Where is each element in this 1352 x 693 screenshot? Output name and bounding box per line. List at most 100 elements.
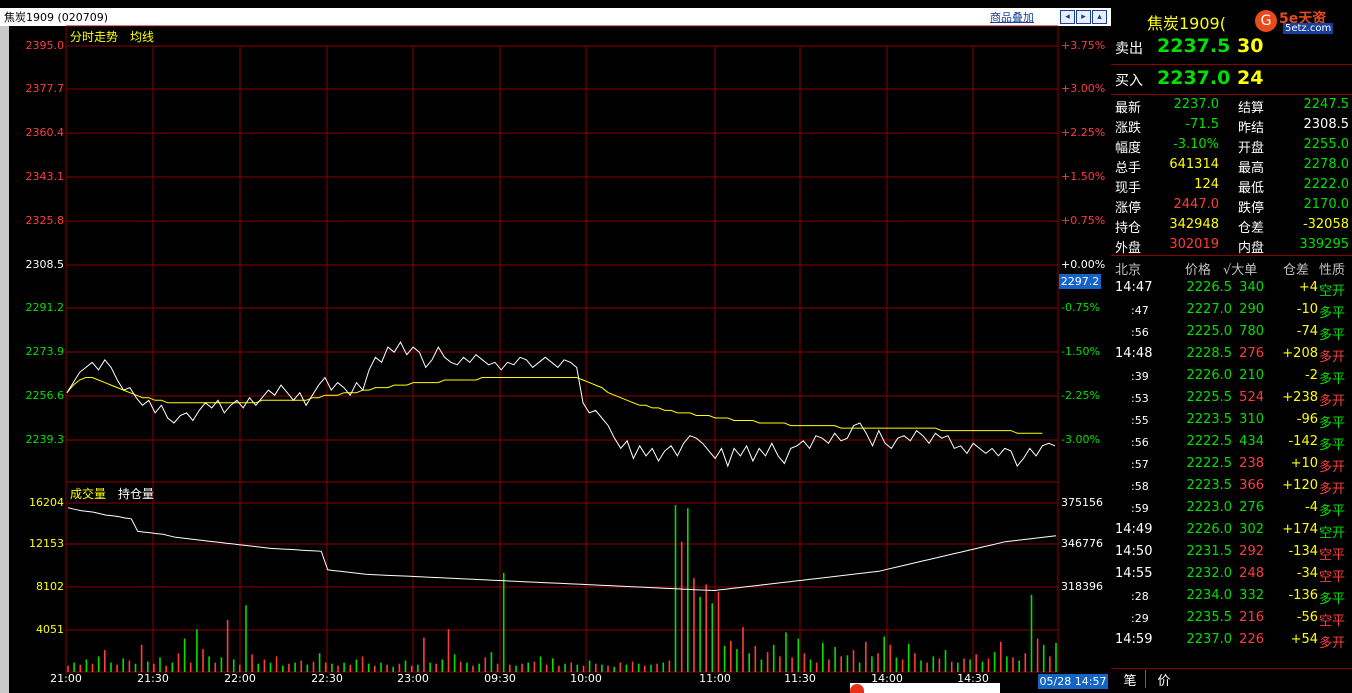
- logo-icon: G: [1255, 10, 1277, 32]
- trade-time: :47: [1131, 304, 1149, 317]
- trade-volume: 248: [1239, 566, 1264, 581]
- tab-price[interactable]: 价: [1149, 670, 1179, 689]
- trade-diff: +10: [1290, 456, 1318, 471]
- trade-diff: -2: [1305, 368, 1318, 383]
- pct-axis-label: -0.75%: [1061, 301, 1100, 314]
- trade-volume: 524: [1239, 390, 1264, 405]
- trade-nature: 空平: [1319, 614, 1346, 629]
- stat-label: 总手: [1115, 161, 1142, 176]
- trade-time: :55: [1131, 414, 1149, 427]
- trade-diff: -142: [1288, 434, 1318, 449]
- pct-axis-label: +3.00%: [1061, 82, 1106, 95]
- trade-nature: 多开: [1319, 394, 1346, 409]
- trade-price: 2226.0: [1186, 368, 1233, 383]
- bid-label: 买入: [1115, 73, 1143, 89]
- stat-label: 内盘: [1238, 241, 1265, 256]
- trade-nature: 空开: [1319, 284, 1346, 299]
- pct-axis-label: -2.25%: [1061, 389, 1100, 402]
- trade-time: :28: [1131, 590, 1149, 603]
- trade-nature: 多平: [1319, 328, 1346, 343]
- trade-volume: 290: [1239, 302, 1264, 317]
- stat-value: -71.5: [1185, 117, 1219, 132]
- time-axis-label: 23:00: [397, 672, 429, 685]
- trade-volume: 238: [1239, 456, 1264, 471]
- hold-axis-label: 346776: [1061, 537, 1103, 550]
- time-axis-label: 09:30: [484, 672, 516, 685]
- stat-label: 最新: [1115, 101, 1142, 116]
- stat-label: 幅度: [1115, 141, 1142, 156]
- trade-time: :29: [1131, 612, 1149, 625]
- price-axis-label: 2273.9: [25, 345, 65, 358]
- trade-row: :57 2222.5 238 +10 多开: [1111, 456, 1352, 478]
- trade-diff: +54: [1290, 632, 1318, 647]
- trade-volume: 276: [1239, 346, 1264, 361]
- trade-row: :56 2222.5 434 -142 多平: [1111, 434, 1352, 456]
- trade-row: :39 2226.0 210 -2 多平: [1111, 368, 1352, 390]
- trade-diff: -136: [1288, 588, 1318, 603]
- trade-time: :53: [1131, 392, 1149, 405]
- stat-value: 2255.0: [1303, 137, 1350, 152]
- price-line: [66, 341, 1056, 468]
- time-axis-label: 10:00: [570, 672, 602, 685]
- trade-diff: -56: [1296, 610, 1318, 625]
- trade-price: 2227.0: [1186, 302, 1233, 317]
- quote-title: 焦炭1909( G 5e天资 5etz.com: [1111, 8, 1352, 34]
- pct-axis-label: -1.50%: [1061, 345, 1100, 358]
- stat-label: 昨结: [1238, 121, 1265, 136]
- app-icon[interactable]: [850, 684, 864, 693]
- trade-time: :57: [1131, 458, 1149, 471]
- trade-nature: 多开: [1319, 460, 1346, 475]
- trade-row: :28 2234.0 332 -136 多平: [1111, 588, 1352, 610]
- trade-nature: 多平: [1319, 372, 1346, 387]
- stat-label: 持仓: [1115, 221, 1142, 236]
- trade-volume: 302: [1239, 522, 1264, 537]
- stat-value: 641314: [1169, 157, 1219, 172]
- trade-time: :56: [1131, 436, 1149, 449]
- trade-nature: 多开: [1319, 636, 1346, 651]
- chart-label-avg: 均线: [130, 30, 155, 44]
- taskbar-strip: [850, 683, 1000, 693]
- trade-nature: 多平: [1319, 504, 1346, 519]
- volume-axis-label: 16204: [29, 496, 64, 509]
- stat-row: 现手 124 最低 2222.0: [1115, 177, 1349, 197]
- pct-axis-label: +0.75%: [1061, 214, 1106, 227]
- trade-nature: 多平: [1319, 592, 1346, 607]
- time-axis-label: 22:00: [224, 672, 256, 685]
- trade-time: 14:59: [1115, 632, 1153, 647]
- bid-volume: 24: [1237, 67, 1264, 89]
- trade-diff: -10: [1296, 302, 1318, 317]
- trade-time: :39: [1131, 370, 1149, 383]
- current-price-tag: 2297.2: [1059, 274, 1101, 289]
- trade-row: :53 2225.5 524 +238 多开: [1111, 390, 1352, 412]
- stat-label: 仓差: [1238, 221, 1265, 236]
- trade-price: 2235.5: [1186, 610, 1233, 625]
- trade-volume: 310: [1239, 412, 1264, 427]
- time-axis-label: 21:30: [137, 672, 169, 685]
- stat-row: 涨停 2447.0 跌停 2170.0: [1115, 197, 1349, 217]
- trade-diff: -134: [1288, 544, 1318, 559]
- volume-axis-label: 4051: [36, 623, 64, 636]
- stat-value: 2247.5: [1303, 97, 1350, 112]
- trade-row: :47 2227.0 290 -10 多平: [1111, 302, 1352, 324]
- stat-value: 2237.0: [1173, 97, 1220, 112]
- trade-nature: 空平: [1319, 570, 1346, 585]
- trade-row: 14:55 2232.0 248 -34 空平: [1111, 566, 1352, 588]
- stat-label: 外盘: [1115, 241, 1142, 256]
- stat-value: -3.10%: [1173, 137, 1219, 152]
- hold-label: 持仓量: [118, 487, 155, 501]
- volume-axis-label: 12153: [29, 537, 64, 550]
- chart-label-trend: 分时走势: [70, 30, 119, 44]
- pct-axis-label: +2.25%: [1061, 126, 1106, 139]
- pct-axis-label: +1.50%: [1061, 170, 1106, 183]
- trade-row: 14:49 2226.0 302 +174 空开: [1111, 522, 1352, 544]
- tab-ticks[interactable]: 笔: [1115, 670, 1146, 689]
- price-axis-label: 2291.2: [25, 301, 65, 314]
- ask-price: 2237.5: [1157, 35, 1231, 57]
- trade-row: :59 2223.0 276 -4 多平: [1111, 500, 1352, 522]
- hold-line: [67, 507, 1057, 592]
- trade-nature: 多平: [1319, 306, 1346, 321]
- stat-value: 2278.0: [1303, 157, 1350, 172]
- trade-row: 14:59 2237.0 226 +54 多开: [1111, 632, 1352, 654]
- timestamp-tag: 05/28 14:57: [1038, 674, 1108, 689]
- stat-value: 2170.0: [1303, 197, 1350, 212]
